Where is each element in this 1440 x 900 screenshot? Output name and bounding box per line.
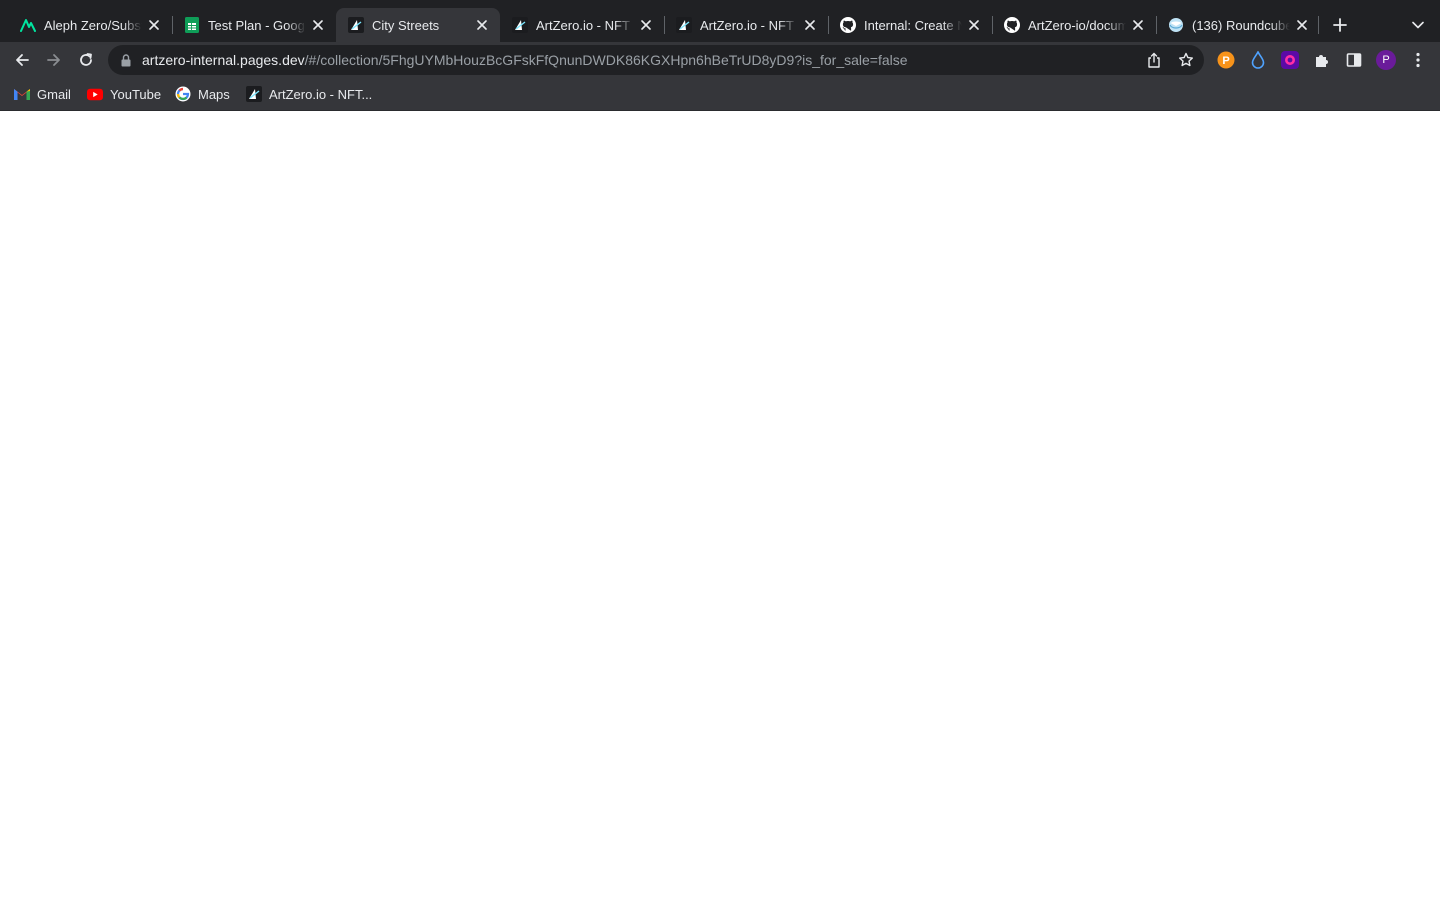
tab-artzero-2[interactable]: ArtZero.io - NFT Marketplace bbox=[664, 8, 828, 42]
tab-internal-create-nft[interactable]: Internal: Create NFT bbox=[828, 8, 992, 42]
extension-polkadot-icon[interactable] bbox=[1280, 50, 1300, 70]
google-sheets-icon bbox=[184, 17, 200, 33]
gmail-icon bbox=[14, 86, 30, 102]
tab-title: ArtZero.io - NFT Marketplace bbox=[536, 17, 634, 33]
artzero-icon bbox=[676, 17, 692, 33]
close-icon[interactable] bbox=[1130, 17, 1146, 33]
bookmark-artzero[interactable]: ArtZero.io - NFT... bbox=[246, 84, 372, 104]
arrow-right-icon bbox=[47, 54, 60, 66]
google-maps-icon bbox=[175, 86, 191, 102]
lock-icon[interactable] bbox=[119, 53, 133, 67]
tab-separator bbox=[1318, 16, 1319, 34]
profile-avatar[interactable]: P bbox=[1376, 50, 1396, 70]
youtube-icon bbox=[87, 86, 103, 102]
close-icon[interactable] bbox=[474, 17, 490, 33]
tab-strip: Aleph Zero/Substrate Test Plan - Google … bbox=[0, 0, 1440, 42]
tab-aleph-zero[interactable]: Aleph Zero/Substrate bbox=[8, 8, 172, 42]
roundcube-icon bbox=[1168, 17, 1184, 33]
page-content bbox=[0, 111, 1440, 900]
tab-search-button[interactable] bbox=[1406, 13, 1430, 37]
close-icon[interactable] bbox=[802, 17, 818, 33]
bookmark-label: ArtZero.io - NFT... bbox=[269, 86, 373, 102]
reload-button[interactable] bbox=[72, 46, 100, 74]
close-icon[interactable] bbox=[310, 17, 326, 33]
bookmark-label: YouTube bbox=[110, 86, 162, 102]
kebab-menu-icon[interactable] bbox=[1408, 50, 1428, 70]
tab-title: ArtZero-io/documentation bbox=[1028, 17, 1126, 33]
tab-title: Test Plan - Google Sheets bbox=[208, 17, 306, 33]
url-path: /#/collection/5FhgUYMbHouzBcGFskFfQnunDW… bbox=[304, 52, 908, 68]
bookmark-label: Maps bbox=[198, 86, 230, 102]
tab-title: ArtZero.io - NFT Marketplace bbox=[700, 17, 798, 33]
browser-toolbar: artzero-internal.pages.dev/#/collection/… bbox=[0, 42, 1440, 78]
arrow-left-icon bbox=[16, 54, 29, 66]
artzero-icon bbox=[348, 17, 364, 33]
close-icon[interactable] bbox=[1294, 17, 1310, 33]
url-host: artzero-internal.pages.dev bbox=[142, 52, 305, 68]
plus-icon bbox=[1333, 18, 1347, 32]
bookmark-gmail[interactable]: Gmail bbox=[14, 84, 71, 104]
tab-title: (136) Roundcube Webmail bbox=[1192, 17, 1290, 33]
share-icon[interactable] bbox=[1146, 52, 1162, 68]
reload-icon bbox=[80, 53, 92, 66]
artzero-icon bbox=[512, 17, 528, 33]
bookmark-label: Gmail bbox=[37, 86, 71, 102]
puzzle-icon[interactable] bbox=[1312, 50, 1332, 70]
back-button[interactable] bbox=[8, 46, 36, 74]
bookmark-maps[interactable]: Maps bbox=[175, 84, 230, 104]
address-bar[interactable]: artzero-internal.pages.dev/#/collection/… bbox=[108, 45, 1204, 75]
bookmarks-bar: Gmail YouTube Maps ArtZero.io - NFT... bbox=[0, 78, 1440, 111]
url-text: artzero-internal.pages.dev/#/collection/… bbox=[142, 52, 908, 68]
aleph-zero-icon bbox=[20, 17, 36, 33]
tab-title: Internal: Create NFT bbox=[864, 17, 962, 33]
tab-artzero-documentation[interactable]: ArtZero-io/documentation bbox=[992, 8, 1156, 42]
extension-orange-icon[interactable]: P bbox=[1216, 50, 1236, 70]
github-icon bbox=[840, 17, 856, 33]
forward-button[interactable] bbox=[40, 46, 68, 74]
tab-title: City Streets bbox=[372, 17, 440, 33]
side-panel-icon[interactable] bbox=[1344, 50, 1364, 70]
tab-city-streets[interactable]: City Streets bbox=[336, 8, 500, 42]
bookmark-star-icon[interactable] bbox=[1178, 52, 1194, 68]
tab-title: Aleph Zero/Substrate bbox=[44, 17, 142, 33]
tab-roundcube[interactable]: (136) Roundcube Webmail bbox=[1156, 8, 1320, 42]
new-tab-button[interactable] bbox=[1328, 13, 1352, 37]
artzero-icon bbox=[246, 86, 262, 102]
extension-drop-icon[interactable] bbox=[1248, 50, 1268, 70]
github-icon bbox=[1004, 17, 1020, 33]
close-icon[interactable] bbox=[638, 17, 654, 33]
tab-test-plan[interactable]: Test Plan - Google Sheets bbox=[172, 8, 336, 42]
close-icon[interactable] bbox=[966, 17, 982, 33]
tab-artzero-1[interactable]: ArtZero.io - NFT Marketplace bbox=[500, 8, 664, 42]
bookmark-youtube[interactable]: YouTube bbox=[87, 84, 161, 104]
chevron-down-icon bbox=[1412, 21, 1424, 29]
svg-text:P: P bbox=[1222, 55, 1229, 67]
close-icon[interactable] bbox=[146, 17, 162, 33]
